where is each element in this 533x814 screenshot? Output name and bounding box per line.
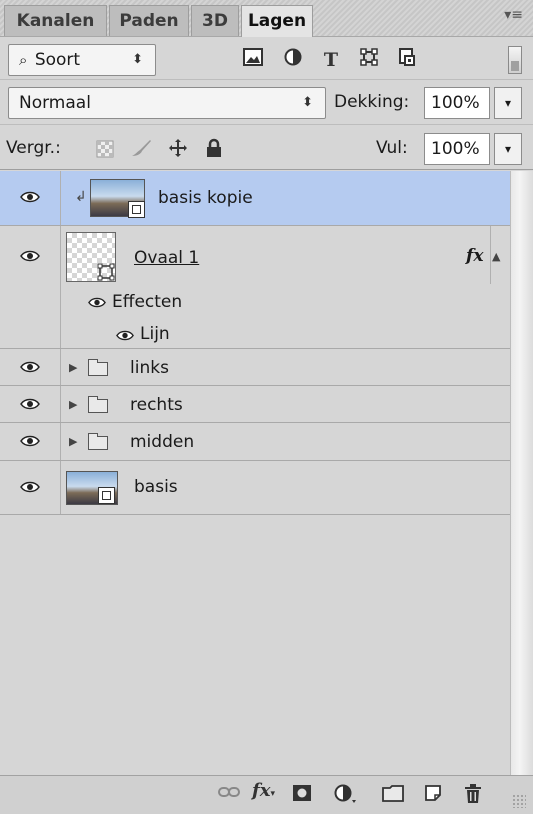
layer-kind-filter[interactable]: ⌕ Soort ⬍ (8, 44, 156, 76)
eye-icon[interactable] (20, 191, 44, 205)
folder-icon (88, 396, 108, 413)
layer-name[interactable]: basis (134, 477, 178, 497)
layer-name[interactable]: Ovaal 1 (134, 248, 199, 268)
effects-label[interactable]: Effecten (112, 292, 182, 312)
layer-name[interactable]: links (130, 358, 169, 378)
eye-icon[interactable] (20, 398, 44, 412)
collapse-effects-arrow-icon[interactable]: ▲ (492, 250, 500, 263)
tab-paden[interactable]: Paden (109, 5, 189, 36)
eye-icon[interactable] (20, 481, 44, 495)
visibility-column[interactable] (0, 386, 61, 422)
effects-eye-icon[interactable] (88, 297, 112, 311)
blend-mode-value: Normaal (19, 93, 91, 113)
type-filter-icon[interactable]: T (318, 48, 344, 72)
visibility-column[interactable] (0, 423, 61, 460)
fill-input[interactable]: 100% (424, 133, 490, 165)
lock-row: Vergr.: Vul: 100% ▾ (0, 126, 533, 170)
blend-mode-select[interactable]: Normaal ⬍ (8, 87, 326, 119)
layer-name[interactable]: basis kopie (158, 188, 253, 208)
layers-list: ↲ basis kopie Ovaal 1 fx ▲ Effecten Lijn (0, 171, 510, 775)
blend-row: Normaal ⬍ Dekking: 100% ▾ (0, 81, 533, 125)
filter-row: ⌕ Soort ⬍ (0, 37, 533, 80)
panel-tab-bar: Kanalen Paden 3D Lagen ▾≡ (0, 0, 533, 37)
fx-icon[interactable]: fx (466, 246, 483, 266)
opacity-input[interactable]: 100% (424, 87, 490, 119)
folder-icon (88, 359, 108, 376)
layer-row-rechts[interactable]: ▶ rechts (0, 386, 510, 423)
layer-row-basis-kopie[interactable]: ↲ basis kopie (0, 171, 510, 226)
layer-kind-label: Soort (34, 50, 81, 70)
mask-icon[interactable] (292, 784, 312, 807)
lock-transparent-icon[interactable] (96, 140, 114, 162)
opacity-label: Dekking: (334, 92, 410, 112)
layer-name[interactable]: midden (130, 432, 194, 452)
eye-icon[interactable] (20, 250, 44, 264)
lock-all-icon[interactable] (206, 138, 222, 162)
search-icon: ⌕ (19, 51, 28, 69)
layers-scrollbar[interactable] (510, 171, 533, 775)
expand-group-arrow-icon[interactable]: ▶ (69, 361, 77, 374)
resize-grip[interactable] (512, 794, 526, 808)
lock-image-icon[interactable] (130, 138, 152, 162)
expand-group-arrow-icon[interactable]: ▶ (69, 435, 77, 448)
smart-object-badge-icon (128, 201, 145, 218)
adjustment-filter-icon[interactable] (280, 48, 306, 72)
adjustment-layer-icon[interactable] (334, 784, 358, 809)
filter-toggle-switch[interactable] (508, 46, 522, 74)
new-layer-icon[interactable] (424, 784, 442, 807)
new-group-icon[interactable] (382, 784, 404, 807)
visibility-column[interactable] (0, 349, 61, 385)
visibility-column[interactable] (0, 226, 61, 348)
layer-row-links[interactable]: ▶ links (0, 349, 510, 386)
divider (490, 226, 491, 284)
eye-icon[interactable] (20, 361, 44, 375)
lock-label: Vergr.: (6, 138, 61, 158)
select-arrows-icon: ⬍ (302, 95, 313, 110)
clipping-mask-arrow-icon: ↲ (75, 189, 87, 205)
fill-dropdown-button[interactable]: ▾ (494, 133, 522, 165)
opacity-dropdown-button[interactable]: ▾ (494, 87, 522, 119)
visibility-column[interactable] (0, 171, 61, 225)
tab-lagen[interactable]: Lagen (241, 5, 313, 37)
tab-3d[interactable]: 3D (191, 5, 239, 36)
layer-row-basis[interactable]: basis (0, 461, 510, 515)
pixel-filter-icon[interactable] (240, 48, 266, 72)
vector-mask-icon (97, 263, 115, 281)
layer-row-ovaal-1[interactable]: Ovaal 1 fx ▲ Effecten Lijn (0, 226, 510, 349)
fx-icon[interactable]: fx▾ (252, 781, 275, 804)
link-layers-icon[interactable] (218, 784, 240, 804)
fill-label: Vul: (376, 138, 408, 158)
layer-row-midden[interactable]: ▶ midden (0, 423, 510, 461)
folder-icon (88, 433, 108, 450)
effect-stroke-eye-icon[interactable] (116, 330, 140, 344)
smart-object-badge-icon (98, 487, 115, 504)
panel-menu-icon[interactable]: ▾≡ (504, 7, 523, 23)
smart-object-filter-icon[interactable] (394, 48, 420, 72)
visibility-column[interactable] (0, 461, 61, 514)
lock-position-icon[interactable] (168, 138, 188, 162)
eye-icon[interactable] (20, 435, 44, 449)
expand-group-arrow-icon[interactable]: ▶ (69, 398, 77, 411)
select-arrows-icon: ⬍ (132, 52, 143, 67)
effect-stroke-label[interactable]: Lijn (140, 324, 170, 344)
layer-name[interactable]: rechts (130, 395, 183, 415)
trash-icon[interactable] (464, 784, 482, 809)
shape-filter-icon[interactable] (356, 48, 382, 72)
layers-footer-toolbar: fx▾ (0, 775, 533, 814)
tab-kanalen[interactable]: Kanalen (4, 5, 107, 36)
